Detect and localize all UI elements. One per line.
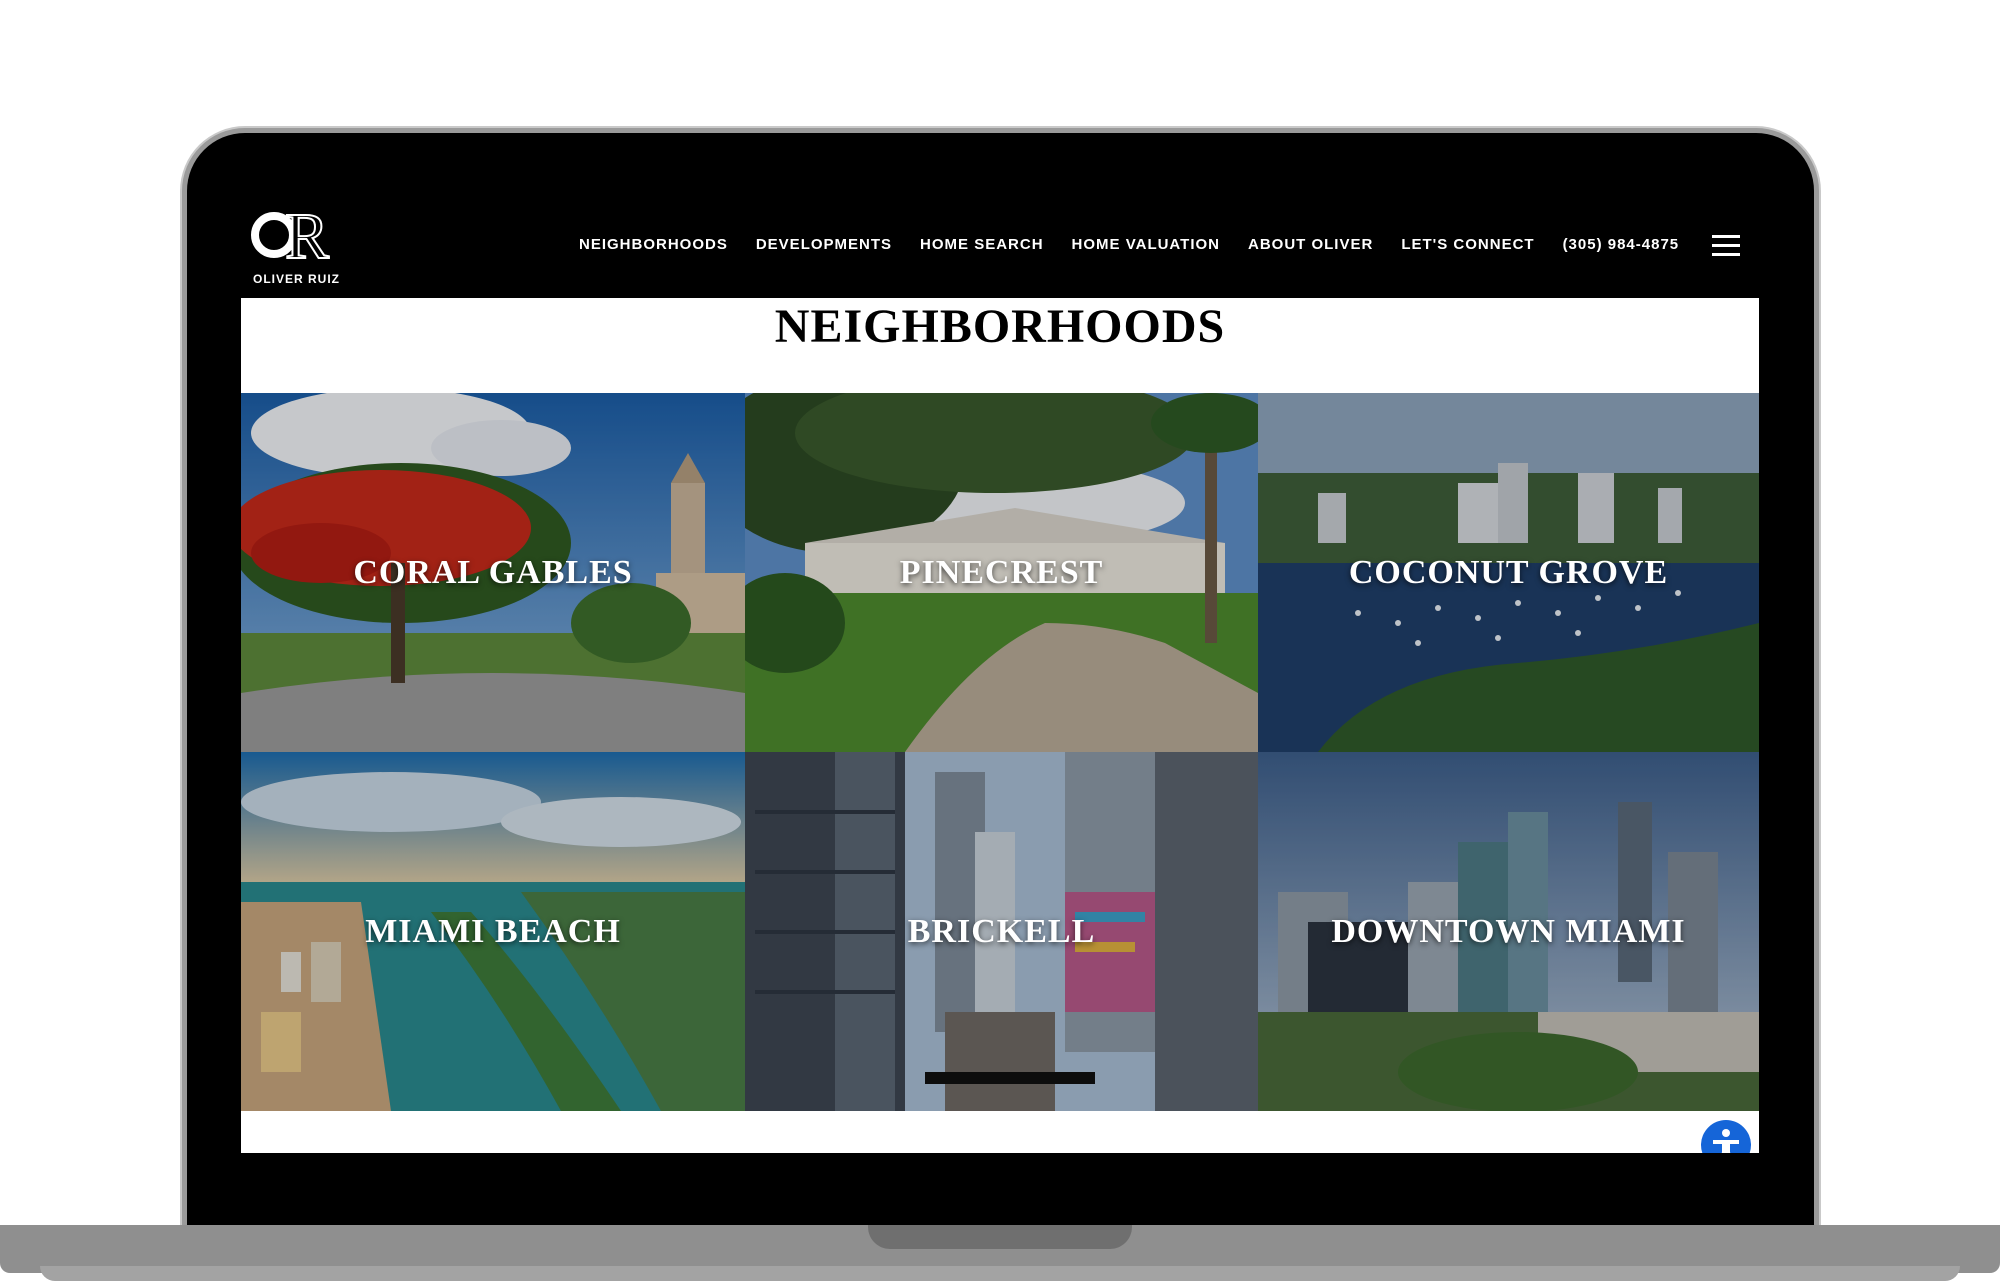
neighborhood-tile-pinecrest[interactable]: PINECREST (745, 393, 1258, 752)
nav-item-phone[interactable]: (305) 984-4875 (1563, 236, 1680, 253)
neighborhood-tile-downtown-miami[interactable]: DOWNTOWN MIAMI (1258, 752, 1759, 1111)
nav-item-about-oliver[interactable]: ABOUT OLIVER (1248, 236, 1373, 253)
neighborhood-label: BRICKELL (907, 912, 1096, 950)
neighborhood-tile-brickell[interactable]: BRICKELL (745, 752, 1258, 1111)
nav-item-home-search[interactable]: HOME SEARCH (920, 236, 1044, 253)
accessibility-button[interactable] (1701, 1120, 1751, 1153)
page-title: NEIGHBORHOODS (774, 300, 1226, 353)
website-screen: R OLIVER RUIZ NEIGHBORHOODS DEVELOPMENTS… (241, 202, 1759, 1153)
neighborhood-label: MIAMI BEACH (365, 912, 621, 950)
neighborhood-tile-miami-beach[interactable]: MIAMI BEACH (241, 752, 745, 1111)
hamburger-menu-icon[interactable] (1712, 235, 1740, 257)
neighborhood-label: DOWNTOWN MIAMI (1331, 912, 1686, 950)
logo[interactable]: R OLIVER RUIZ (249, 203, 349, 294)
nav-item-lets-connect[interactable]: LET'S CONNECT (1401, 236, 1534, 253)
nav-item-developments[interactable]: DEVELOPMENTS (756, 236, 892, 253)
neighborhood-label: PINECREST (899, 553, 1104, 591)
neighborhood-label: COCONUT GROVE (1348, 553, 1669, 591)
nav-item-neighborhoods[interactable]: NEIGHBORHOODS (579, 236, 728, 253)
nav-menu: NEIGHBORHOODS DEVELOPMENTS HOME SEARCH H… (579, 236, 1679, 253)
neighborhood-label: CORAL GABLES (353, 553, 633, 591)
neighborhood-tile-coral-gables[interactable]: CORAL GABLES (241, 393, 745, 752)
laptop-base-lip (40, 1266, 1960, 1281)
laptop-notch (868, 1225, 1132, 1249)
top-nav: R OLIVER RUIZ NEIGHBORHOODS DEVELOPMENTS… (241, 202, 1759, 298)
logo-name: OLIVER RUIZ (253, 272, 341, 286)
neighborhood-tile-coconut-grove[interactable]: COCONUT GROVE (1258, 393, 1759, 752)
logo-r-mark: R (284, 202, 330, 273)
accessibility-icon (1713, 1129, 1739, 1153)
nav-item-home-valuation[interactable]: HOME VALUATION (1072, 236, 1220, 253)
